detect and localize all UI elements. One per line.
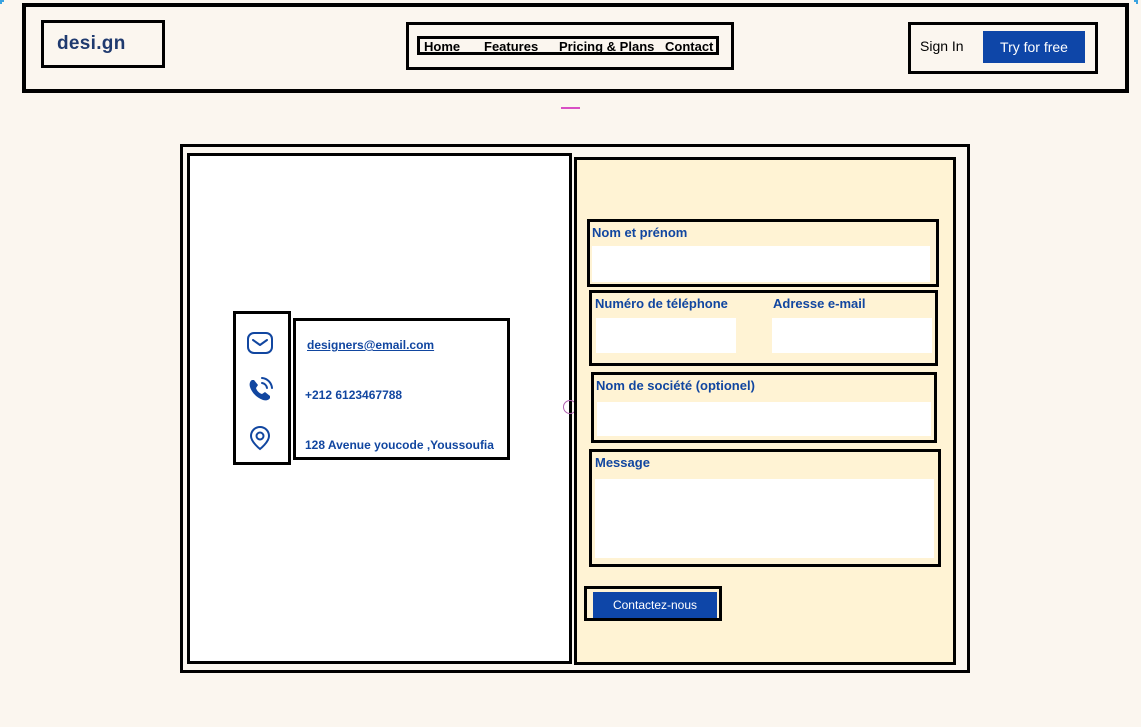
logo[interactable]: desi.gn	[57, 33, 126, 55]
email-input[interactable]	[772, 318, 932, 353]
nav-link-pricing[interactable]: Pricing & Plans	[559, 40, 654, 54]
company-input[interactable]	[597, 402, 931, 436]
submit-button-frame: Contactez-nous	[584, 586, 722, 621]
try-for-free-button[interactable]: Try for free	[983, 31, 1085, 63]
name-field-group: Nom et prénom	[587, 219, 939, 287]
company-label: Nom de société (optionel)	[596, 378, 755, 393]
phone-email-field-group: Numéro de téléphone Adresse e-mail	[589, 290, 938, 366]
location-pin-icon	[249, 425, 271, 451]
nav-link-contact[interactable]: Contact	[665, 40, 713, 54]
logo-container[interactable]: desi.gn	[41, 20, 165, 68]
name-label: Nom et prénom	[592, 225, 688, 240]
phone-label: Numéro de téléphone	[595, 296, 728, 311]
contact-address: 128 Avenue youcode ,Youssoufia	[305, 438, 494, 452]
company-field-group: Nom de société (optionel)	[591, 372, 937, 443]
contact-details: designers@email.com +212 6123467788 128 …	[293, 318, 510, 460]
frame-corner-marker	[1134, 0, 1138, 4]
message-label: Message	[595, 455, 650, 470]
contact-icons	[233, 311, 291, 465]
frame-corner-marker	[0, 0, 4, 4]
phone-input[interactable]	[596, 318, 736, 353]
message-field-group: Message	[589, 449, 941, 567]
mail-icon	[247, 332, 273, 354]
guide-marker	[561, 107, 580, 109]
nav-link-home[interactable]: Home	[424, 40, 460, 54]
submit-button[interactable]: Contactez-nous	[593, 592, 717, 618]
name-input[interactable]	[592, 246, 930, 282]
email-label: Adresse e-mail	[773, 296, 866, 311]
message-textarea[interactable]	[595, 479, 934, 558]
nav-link-features[interactable]: Features	[484, 40, 538, 54]
auth-actions: Sign In Try for free	[908, 22, 1098, 74]
phone-icon	[249, 377, 273, 401]
contact-phone: +212 6123467788	[305, 388, 403, 402]
nav-links: Home Features Pricing & Plans Contact	[417, 36, 719, 55]
sign-in-link[interactable]: Sign In	[920, 38, 964, 54]
contact-email-link[interactable]: designers@email.com	[307, 338, 434, 352]
